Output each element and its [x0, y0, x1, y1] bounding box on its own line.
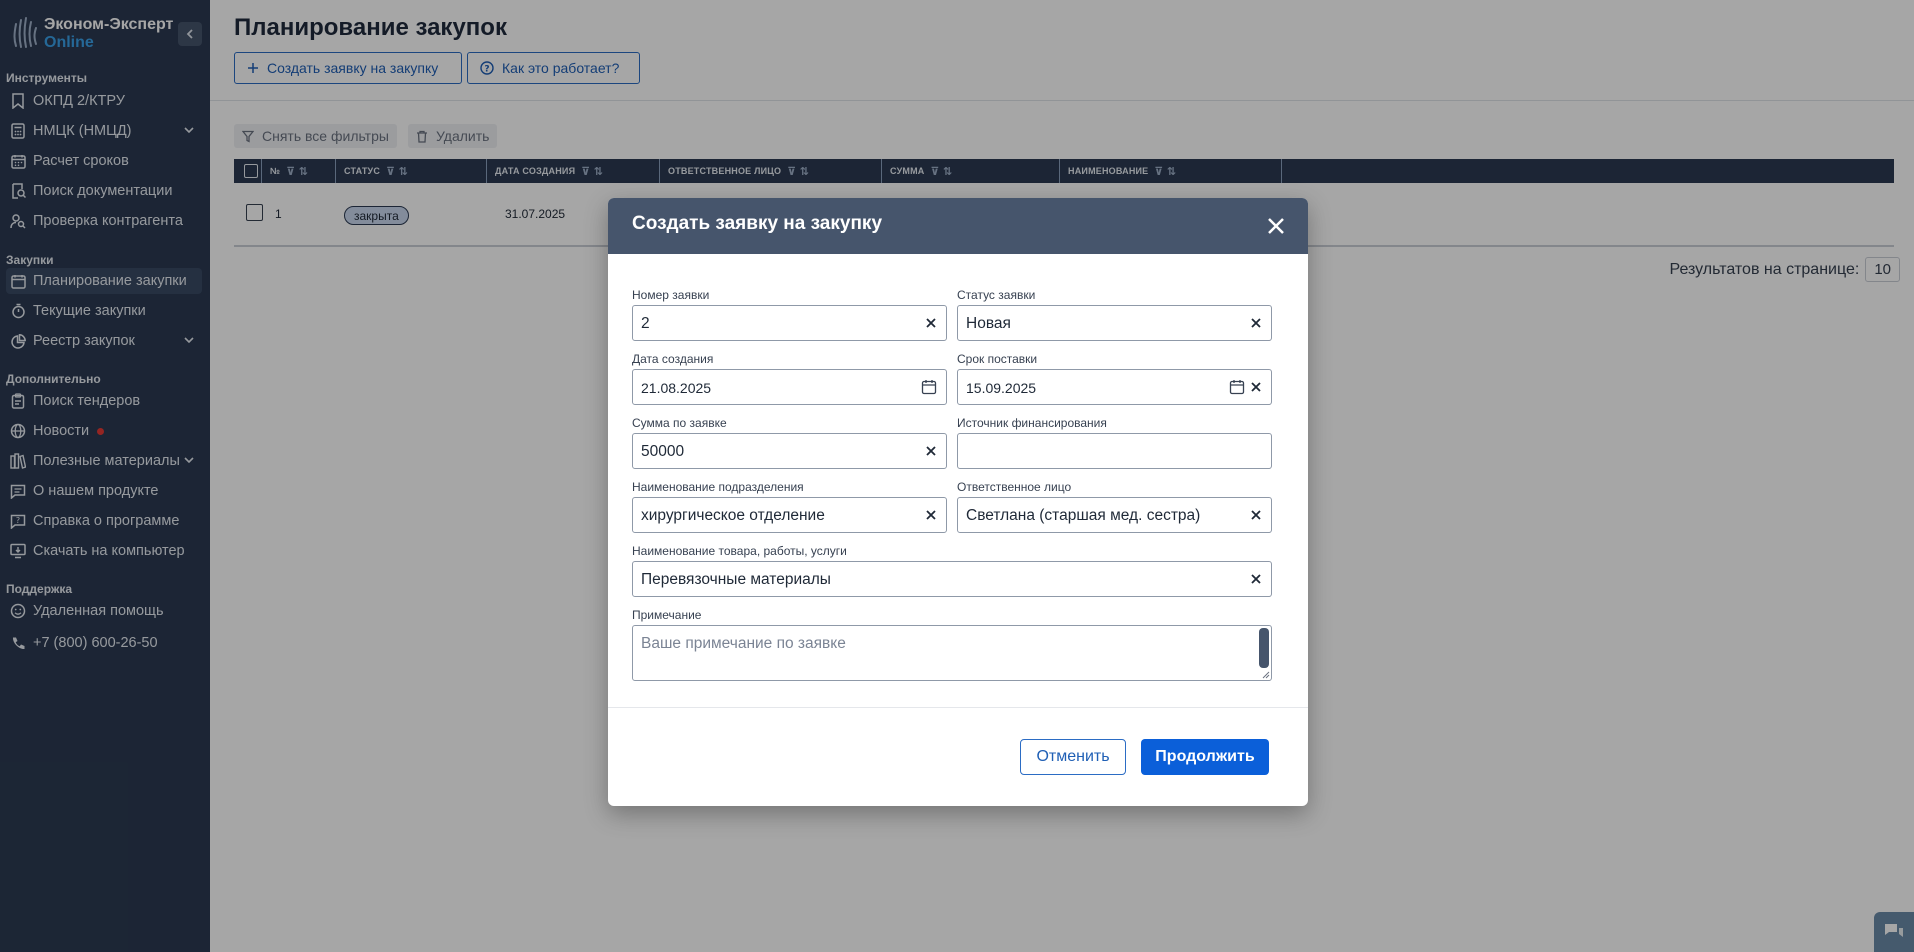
dialog-title: Создать заявку на закупку — [632, 213, 883, 234]
clear-icon[interactable] — [1249, 508, 1263, 522]
calendar-icon[interactable] — [921, 379, 937, 395]
clear-icon[interactable] — [924, 316, 938, 330]
responsible-label: Ответственное лицо — [957, 480, 1072, 494]
delivery-date-field[interactable]: 15.09.2025 — [957, 369, 1272, 405]
continue-button[interactable]: Продолжить — [1141, 739, 1269, 775]
close-icon[interactable] — [1266, 216, 1286, 236]
department-label: Наименование подразделения — [632, 480, 804, 494]
note-placeholder: Ваше примечание по заявке — [641, 635, 846, 652]
status-label: Статус заявки — [957, 288, 1036, 302]
calendar-icon[interactable] — [1229, 379, 1245, 395]
create-request-dialog: Создать заявку на закупку Номер заявки 2… — [608, 198, 1308, 806]
goods-label: Наименование товара, работы, услуги — [632, 544, 847, 558]
textarea-scrollbar[interactable] — [1259, 628, 1269, 668]
resize-handle-icon[interactable] — [1260, 669, 1270, 679]
request-number-value: 2 — [641, 315, 650, 332]
amount-label: Сумма по заявке — [632, 416, 727, 430]
goods-name-field[interactable]: Перевязочные материалы — [632, 561, 1272, 597]
clear-icon[interactable] — [924, 444, 938, 458]
clear-icon[interactable] — [1249, 316, 1263, 330]
delivery-date-value: 15.09.2025 — [966, 380, 1037, 396]
created-date-value: 21.08.2025 — [641, 380, 712, 396]
number-label: Номер заявки — [632, 288, 710, 302]
amount-field[interactable]: 50000 — [632, 433, 947, 469]
funding-source-field[interactable] — [957, 433, 1272, 469]
created-label: Дата создания — [632, 352, 714, 366]
dialog-footer-divider — [608, 707, 1308, 708]
clear-icon[interactable] — [1249, 380, 1263, 394]
goods-name-value: Перевязочные материалы — [641, 571, 831, 588]
department-field[interactable]: хирургическое отделение — [632, 497, 947, 533]
clear-icon[interactable] — [924, 508, 938, 522]
clear-icon[interactable] — [1249, 572, 1263, 586]
cancel-button[interactable]: Отменить — [1020, 739, 1126, 775]
request-status-value: Новая — [966, 315, 1011, 332]
delivery-label: Срок поставки — [957, 352, 1038, 366]
source-label: Источник финансирования — [957, 416, 1107, 430]
department-value: хирургическое отделение — [641, 507, 825, 524]
created-date-field[interactable]: 21.08.2025 — [632, 369, 947, 405]
responsible-person-field[interactable]: Светлана (старшая мед. сестра) — [957, 497, 1272, 533]
note-textarea[interactable]: Ваше примечание по заявке — [632, 625, 1272, 681]
dialog-header: Создать заявку на закупку — [608, 198, 1308, 254]
note-label: Примечание — [632, 608, 702, 622]
responsible-person-value: Светлана (старшая мед. сестра) — [966, 507, 1201, 524]
request-number-field[interactable]: 2 — [632, 305, 947, 341]
request-status-field[interactable]: Новая — [957, 305, 1272, 341]
amount-value: 50000 — [641, 443, 685, 460]
